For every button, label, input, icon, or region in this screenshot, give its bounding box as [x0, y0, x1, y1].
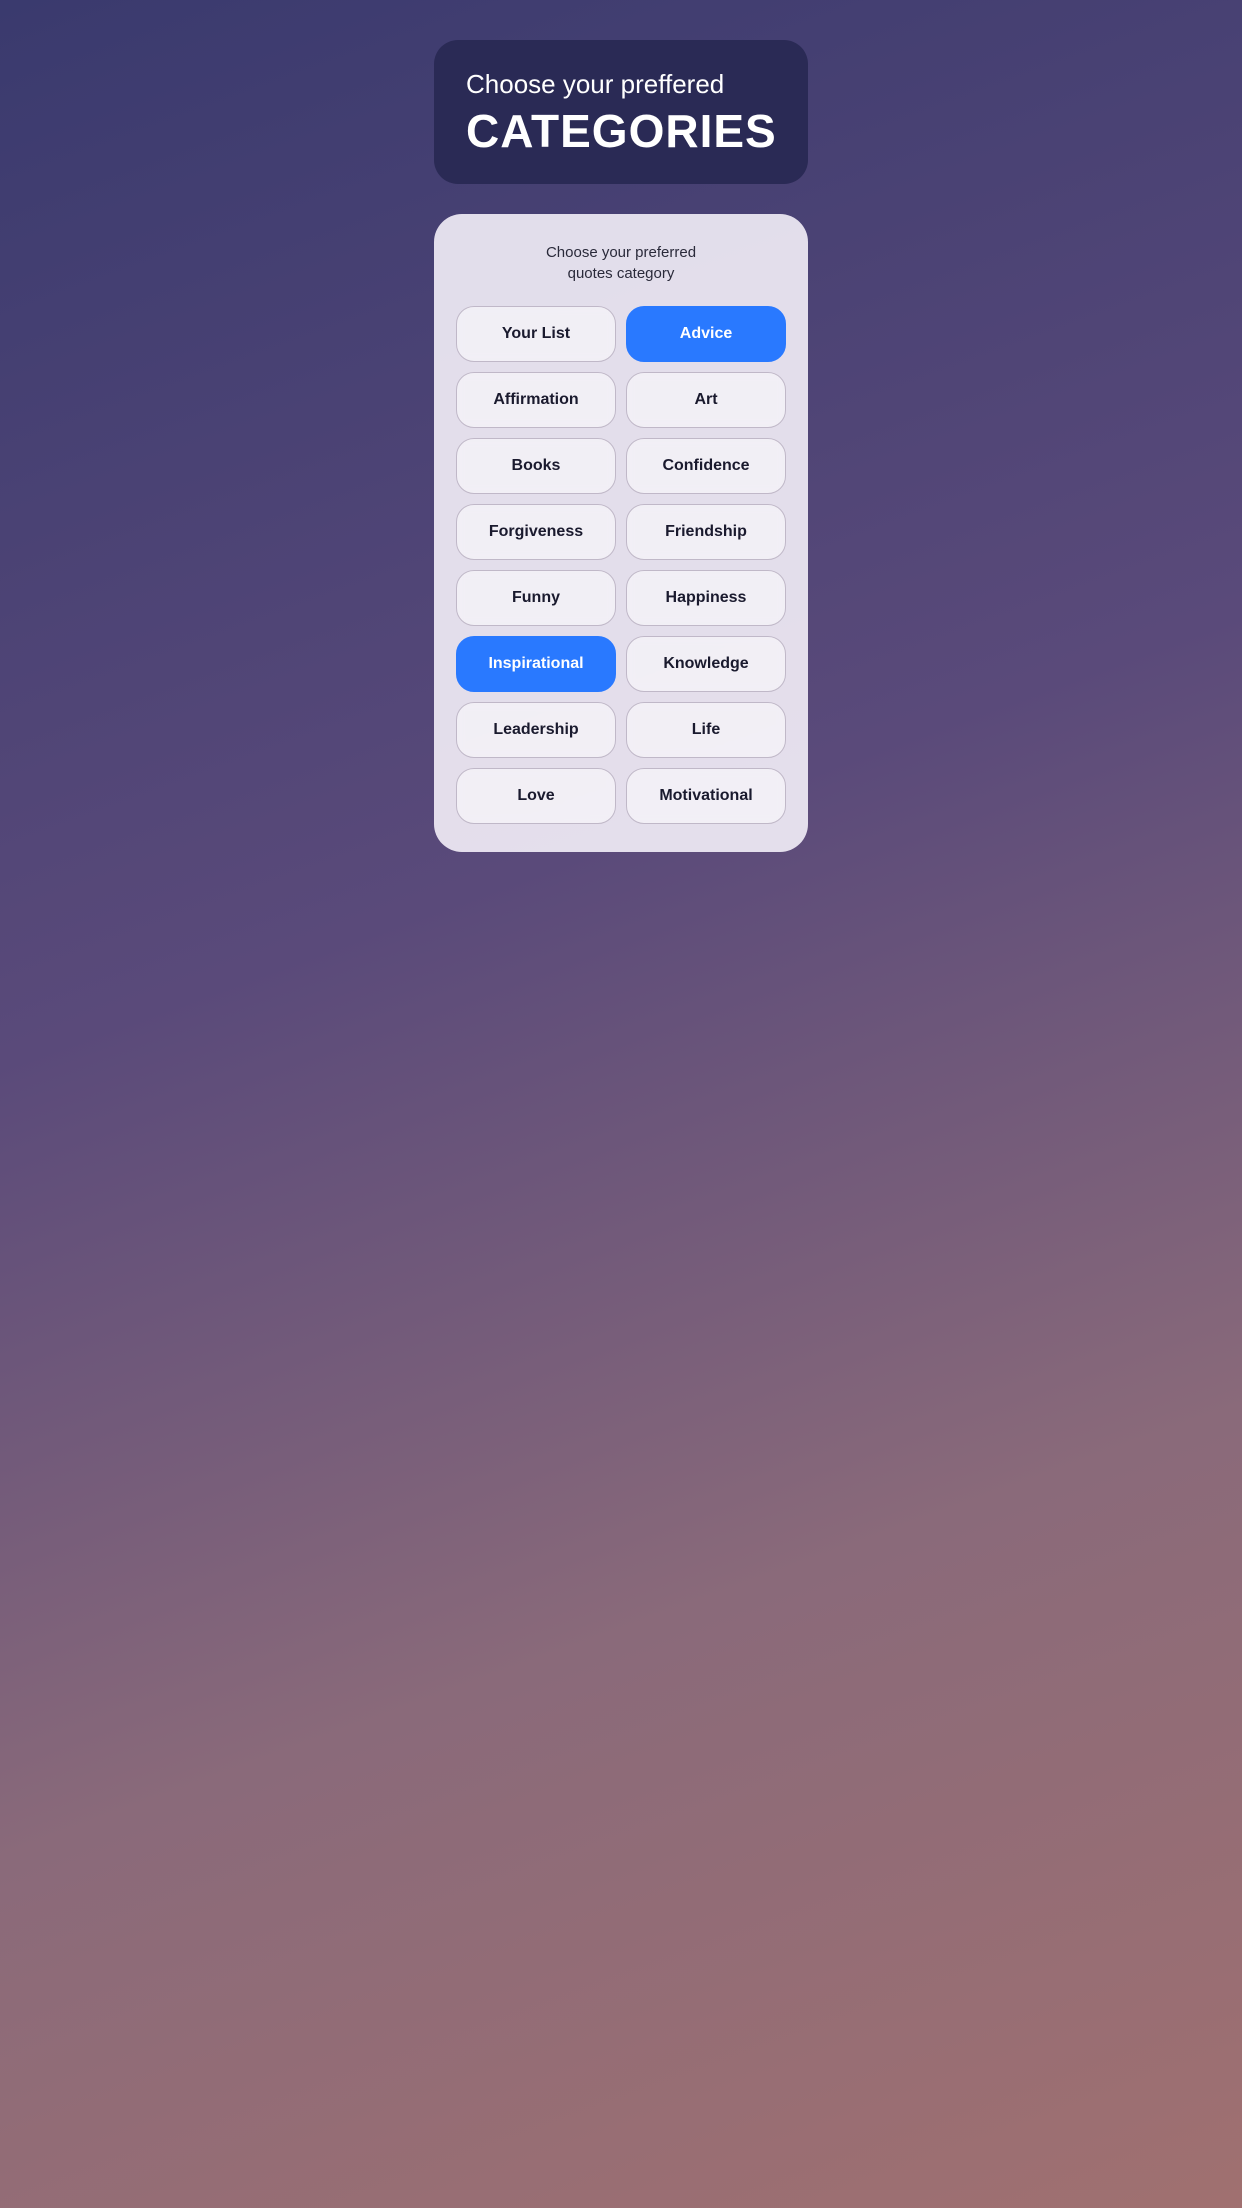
category-btn-inspirational[interactable]: Inspirational	[456, 636, 616, 692]
category-row-5: InspirationalKnowledge	[456, 636, 786, 692]
category-btn-advice[interactable]: Advice	[626, 306, 786, 362]
category-row-0: Your ListAdvice	[456, 306, 786, 362]
header-title: CATEGORIES	[466, 106, 776, 157]
category-btn-forgiveness[interactable]: Forgiveness	[456, 504, 616, 560]
categories-grid: Your ListAdviceAffirmationArtBooksConfid…	[456, 306, 786, 824]
category-btn-motivational[interactable]: Motivational	[626, 768, 786, 824]
category-btn-confidence[interactable]: Confidence	[626, 438, 786, 494]
category-btn-art[interactable]: Art	[626, 372, 786, 428]
header-card: Choose your preffered CATEGORIES	[434, 40, 808, 184]
category-row-7: LoveMotivational	[456, 768, 786, 824]
card-subtitle: Choose your preferred quotes category	[546, 242, 696, 284]
category-btn-knowledge[interactable]: Knowledge	[626, 636, 786, 692]
category-row-3: ForgivenessFriendship	[456, 504, 786, 560]
category-btn-life[interactable]: Life	[626, 702, 786, 758]
category-btn-funny[interactable]: Funny	[456, 570, 616, 626]
category-btn-your-list[interactable]: Your List	[456, 306, 616, 362]
category-btn-happiness[interactable]: Happiness	[626, 570, 786, 626]
header-subtitle: Choose your preffered	[466, 68, 776, 102]
category-row-4: FunnyHappiness	[456, 570, 786, 626]
category-row-2: BooksConfidence	[456, 438, 786, 494]
category-btn-love[interactable]: Love	[456, 768, 616, 824]
category-row-6: LeadershipLife	[456, 702, 786, 758]
category-btn-leadership[interactable]: Leadership	[456, 702, 616, 758]
category-btn-friendship[interactable]: Friendship	[626, 504, 786, 560]
category-btn-affirmation[interactable]: Affirmation	[456, 372, 616, 428]
category-row-1: AffirmationArt	[456, 372, 786, 428]
categories-card: Choose your preferred quotes category Yo…	[434, 214, 808, 852]
category-btn-books[interactable]: Books	[456, 438, 616, 494]
